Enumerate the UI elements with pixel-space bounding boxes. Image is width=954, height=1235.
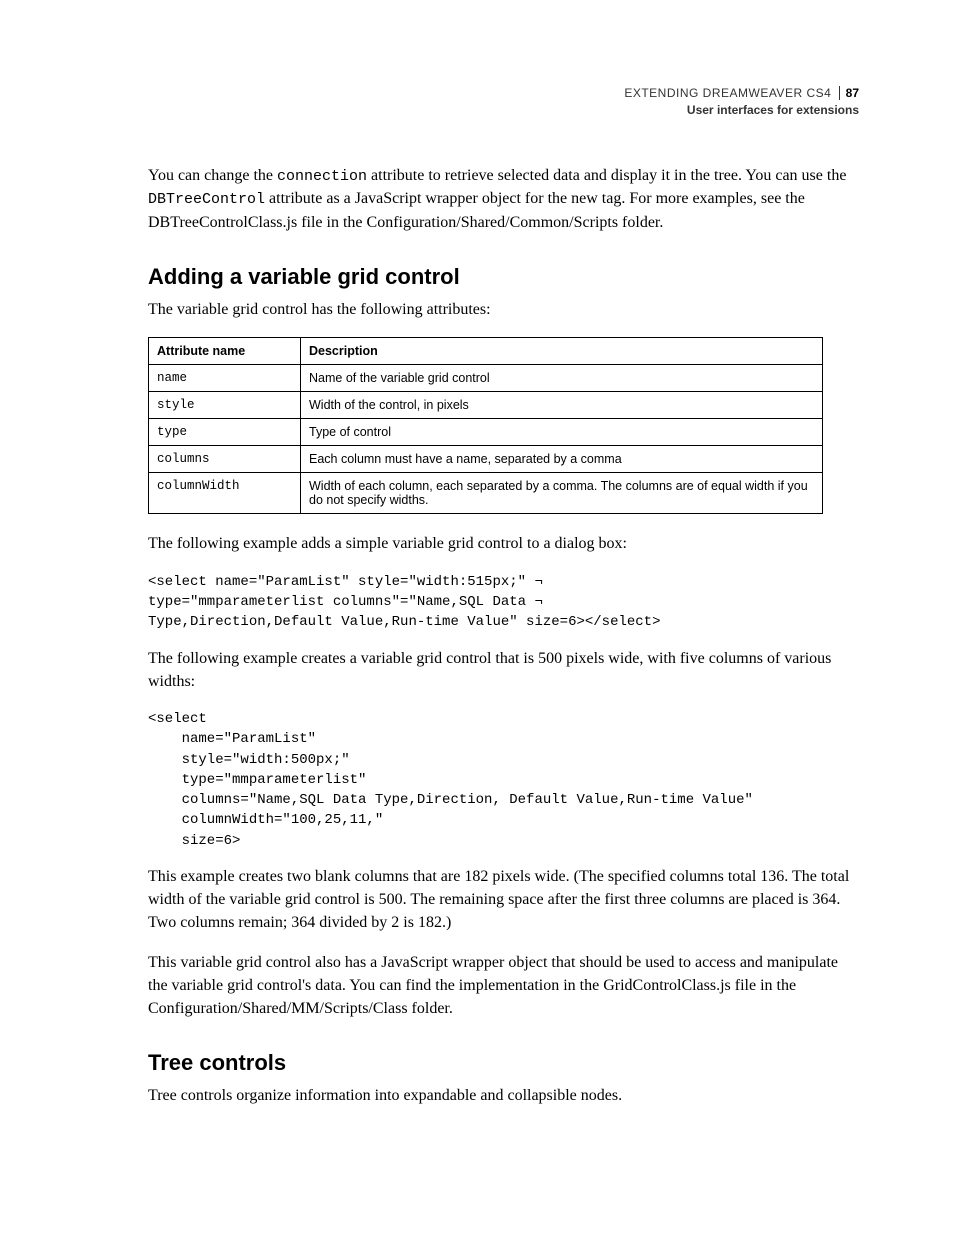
text: You can change the	[148, 167, 277, 184]
code-inline: connection	[277, 168, 367, 185]
attr-desc-cell: Type of control	[301, 419, 823, 446]
attr-name-cell: type	[149, 419, 301, 446]
body-text: This example creates two blank columns t…	[148, 865, 859, 935]
page-header: EXTENDING DREAMWEAVER CS4 87 User interf…	[148, 85, 859, 119]
attr-name-cell: name	[149, 365, 301, 392]
table-row: columnWidth Width of each column, each s…	[149, 473, 823, 514]
attribute-table: Attribute name Description name Name of …	[148, 337, 823, 514]
attr-desc-cell: Each column must have a name, separated …	[301, 446, 823, 473]
page-number: 87	[839, 86, 859, 100]
table-row: name Name of the variable grid control	[149, 365, 823, 392]
code-inline: DBTreeControl	[148, 191, 265, 208]
intro-paragraph: You can change the connection attribute …	[148, 164, 859, 235]
doc-title: EXTENDING DREAMWEAVER CS4	[624, 85, 831, 102]
col-header-name: Attribute name	[149, 338, 301, 365]
section-heading: Adding a variable grid control	[148, 264, 859, 290]
col-header-desc: Description	[301, 338, 823, 365]
body-text: Tree controls organize information into …	[148, 1084, 859, 1107]
code-block: <select name="ParamList" style="width:51…	[148, 572, 859, 633]
table-row: columns Each column must have a name, se…	[149, 446, 823, 473]
document-page: EXTENDING DREAMWEAVER CS4 87 User interf…	[0, 0, 954, 1183]
section-path: User interfaces for extensions	[148, 102, 859, 119]
body-text: The variable grid control has the follow…	[148, 298, 859, 321]
body-text: The following example creates a variable…	[148, 647, 859, 693]
table-header-row: Attribute name Description	[149, 338, 823, 365]
attr-desc-cell: Name of the variable grid control	[301, 365, 823, 392]
attr-name-cell: style	[149, 392, 301, 419]
body-text: The following example adds a simple vari…	[148, 532, 859, 555]
code-block: <select name="ParamList" style="width:50…	[148, 709, 859, 851]
attr-name-cell: columnWidth	[149, 473, 301, 514]
body-text: This variable grid control also has a Ja…	[148, 951, 859, 1021]
attr-name-cell: columns	[149, 446, 301, 473]
attr-desc-cell: Width of each column, each separated by …	[301, 473, 823, 514]
table-row: style Width of the control, in pixels	[149, 392, 823, 419]
attr-desc-cell: Width of the control, in pixels	[301, 392, 823, 419]
section-heading: Tree controls	[148, 1050, 859, 1076]
text: attribute to retrieve selected data and …	[367, 167, 846, 184]
table-row: type Type of control	[149, 419, 823, 446]
